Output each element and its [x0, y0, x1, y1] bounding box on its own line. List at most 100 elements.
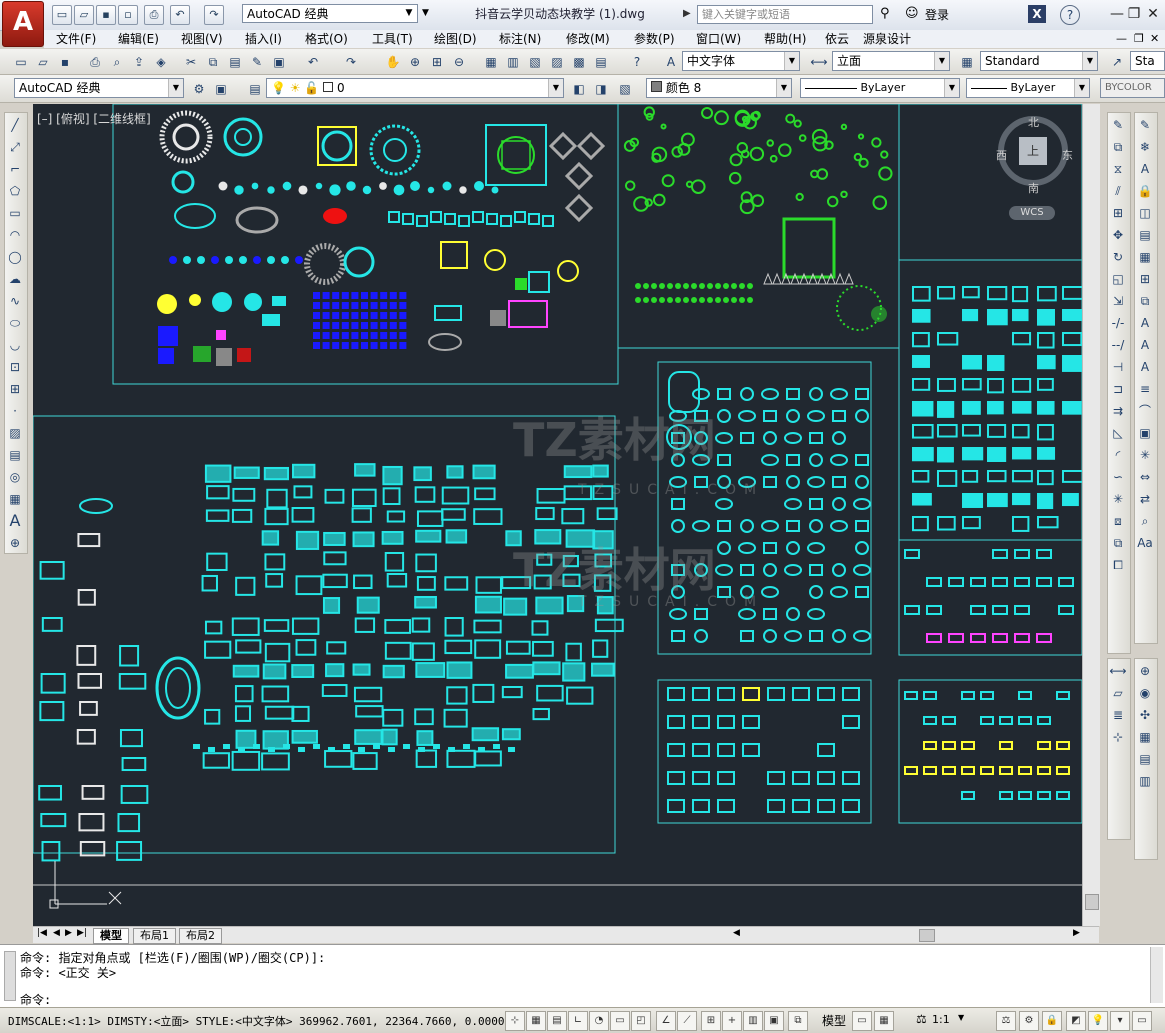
chamfer-icon[interactable]: ◺ — [1108, 423, 1128, 443]
next-tab-icon[interactable]: ▶ — [65, 928, 72, 938]
plot-icon[interactable]: ⎙ — [84, 51, 106, 73]
exchange-icon[interactable]: X — [1028, 5, 1046, 23]
move-icon[interactable]: ✥ — [1108, 225, 1128, 245]
mtext-icon[interactable]: A — [5, 511, 25, 531]
quick-view-layouts-icon[interactable]: ▭ — [852, 1011, 872, 1031]
menu-help[interactable]: 帮助(H) — [764, 31, 806, 47]
vertical-scroll-thumb[interactable] — [1085, 894, 1099, 910]
fillet-icon[interactable]: ◜ — [1108, 445, 1128, 465]
draworder-back-icon[interactable]: ⧠ — [1108, 555, 1128, 575]
ortho-mode-icon[interactable]: ∟ — [568, 1011, 588, 1031]
login-link[interactable]: 登录 — [925, 6, 949, 23]
print-icon[interactable]: ⎙ — [144, 5, 164, 25]
doc-close-button[interactable]: ✕ — [1150, 31, 1159, 47]
copy-object-icon[interactable]: ⧉ — [1108, 137, 1128, 157]
menu-yiyun[interactable]: 依云 — [825, 31, 849, 47]
viewcube-west-label[interactable]: 西 — [996, 147, 1007, 163]
text-mask-icon[interactable]: ▣ — [1135, 423, 1155, 443]
model-space-label[interactable]: 模型 — [822, 1012, 846, 1029]
viewcube-south-label[interactable]: 南 — [1028, 180, 1039, 196]
quick-view-drawings-icon[interactable]: ▦ — [874, 1011, 894, 1031]
quickcalc-icon[interactable]: ▤ — [590, 51, 612, 73]
menu-yuanquan[interactable]: 源泉设计 — [863, 31, 911, 47]
break-icon[interactable]: ⊐ — [1108, 379, 1128, 399]
tab-layout1[interactable]: 布局1 — [133, 928, 176, 944]
chevron-down-icon[interactable]: ▼ — [958, 1013, 964, 1022]
text-align-icon[interactable]: A — [1135, 335, 1155, 355]
wcs-menu-button[interactable]: WCS — [1009, 206, 1055, 220]
save-as-icon[interactable]: ▫ — [118, 5, 138, 25]
snap-mode-icon[interactable]: ▦ — [526, 1011, 546, 1031]
text-fit-icon[interactable]: ⇔ — [1135, 467, 1155, 487]
menu-tools[interactable]: 工具(T) — [372, 31, 413, 47]
horizontal-scroll-thumb[interactable] — [919, 929, 935, 942]
menu-modify[interactable]: 修改(M) — [566, 31, 610, 47]
zoom-previous-icon[interactable]: ⊖ — [448, 51, 470, 73]
menu-draw[interactable]: 绘图(D) — [434, 31, 477, 47]
draworder-icon[interactable]: ⧈ — [1108, 511, 1128, 531]
polar-tracking-icon[interactable]: ◔ — [589, 1011, 609, 1031]
viewcube-east-label[interactable]: 东 — [1062, 147, 1073, 163]
layer-freeze-icon[interactable]: ❄ — [1135, 137, 1155, 157]
search-input[interactable]: 键入关键字或短语 — [697, 5, 873, 24]
tab-layout2[interactable]: 布局2 — [179, 928, 222, 944]
hatch-icon[interactable]: ▨ — [5, 423, 25, 443]
lineweight-select[interactable]: ByLayer ▼ — [966, 78, 1090, 98]
isolate-objects-icon[interactable]: 💡 — [1088, 1011, 1108, 1031]
plotstyle-select[interactable]: BYCOLOR — [1100, 78, 1165, 98]
viewcube-top-face[interactable]: 上 — [1019, 137, 1047, 165]
help-icon[interactable]: ? — [1060, 5, 1080, 25]
tab-model[interactable]: 模型 — [93, 928, 129, 944]
new-icon[interactable]: ▭ — [10, 51, 32, 73]
toolbar-lock-icon[interactable]: 🔒 — [1042, 1011, 1062, 1031]
make-current-layer-icon[interactable]: ◧ — [568, 78, 590, 100]
doc-restore-button[interactable]: ❐ — [1134, 31, 1144, 47]
zoom-window-icon[interactable]: ⊞ — [426, 51, 448, 73]
application-menu-button[interactable]: A — [2, 1, 44, 47]
dynamic-input-icon[interactable]: ⊞ — [701, 1011, 721, 1031]
list-icon[interactable]: ≣ — [1108, 705, 1128, 725]
explode-icon[interactable]: ✳ — [1108, 489, 1128, 509]
quick-access-menu-icon[interactable]: ▼ — [422, 8, 429, 18]
dim-style-select[interactable]: 立面 ▼ — [832, 51, 950, 71]
ellipse-arc-icon[interactable]: ◡ — [5, 335, 25, 355]
text-convert-icon[interactable]: ⇄ — [1135, 489, 1155, 509]
menu-view[interactable]: 视图(V) — [181, 31, 223, 47]
help-icon[interactable]: ? — [626, 51, 648, 73]
3d-dwf-icon[interactable]: ◈ — [150, 51, 172, 73]
break-at-point-icon[interactable]: ⊣ — [1108, 357, 1128, 377]
revision-cloud-icon[interactable]: ☁ — [5, 269, 25, 289]
layer-previous-icon[interactable]: ◨ — [590, 78, 612, 100]
arc-icon[interactable]: ◠ — [5, 225, 25, 245]
rotate-icon[interactable]: ↻ — [1108, 247, 1128, 267]
text-edit-icon[interactable]: A — [1135, 159, 1155, 179]
viewport-controls-label[interactable]: [–] [俯视] [二维线框] — [37, 110, 151, 127]
object-snap-tracking-icon[interactable]: ∠ — [656, 1011, 676, 1031]
first-tab-icon[interactable]: |◀ — [37, 928, 47, 938]
text-scale-icon[interactable]: A — [1135, 357, 1155, 377]
publish-kml-icon[interactable]: ⊕ — [1135, 661, 1155, 681]
menu-file[interactable]: 文件(F) — [56, 31, 96, 47]
publish-icon[interactable]: ⇪ — [128, 51, 150, 73]
command-window-grip[interactable] — [4, 951, 16, 1001]
text-justify-icon[interactable]: ≡ — [1135, 379, 1155, 399]
block-editor-icon[interactable]: ▣ — [268, 51, 290, 73]
clean-screen-icon[interactable]: ▭ — [1132, 1011, 1152, 1031]
layer-off-icon[interactable]: ✎ — [1135, 115, 1155, 135]
network-icon[interactable]: ✣ — [1135, 705, 1155, 725]
multileader-style-select[interactable]: Sta — [1130, 51, 1165, 71]
menu-window[interactable]: 窗口(W) — [696, 31, 741, 47]
tool-palettes-icon[interactable]: ▧ — [524, 51, 546, 73]
markup-icon[interactable]: ▩ — [568, 51, 590, 73]
menu-dimension[interactable]: 标注(N) — [499, 31, 541, 47]
measure-icon[interactable]: ⟷ — [1108, 661, 1128, 681]
prev-tab-icon[interactable]: ◀ — [53, 928, 60, 938]
match-properties-icon[interactable]: ✎ — [246, 51, 268, 73]
viewcube-north-label[interactable]: 北 — [1028, 114, 1039, 130]
last-tab-icon[interactable]: ▶| — [77, 928, 87, 938]
close-button[interactable]: ✕ — [1140, 3, 1165, 25]
save-icon[interactable]: ▪ — [54, 51, 76, 73]
undo-icon[interactable]: ↶ — [302, 51, 324, 73]
zoom-realtime-icon[interactable]: ⊕ — [404, 51, 426, 73]
stretch-icon[interactable]: ⇲ — [1108, 291, 1128, 311]
